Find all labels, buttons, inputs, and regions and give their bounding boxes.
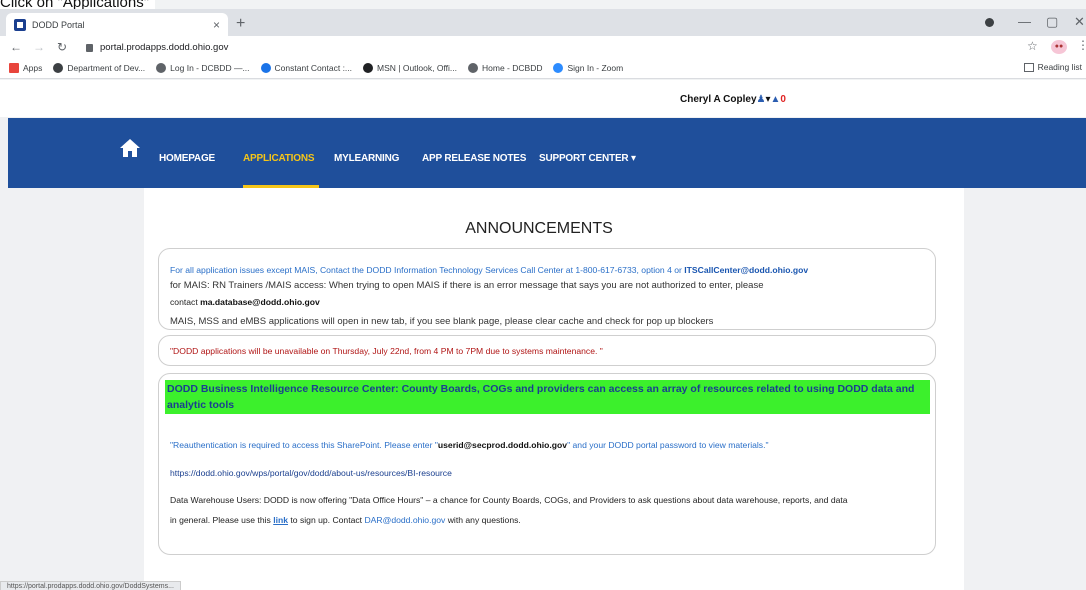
- bi-resource-url[interactable]: https://dodd.ohio.gov/wps/portal/gov/dod…: [170, 468, 452, 478]
- tab-title: DODD Portal: [32, 19, 85, 30]
- signup-prefix: in general. Please use this: [170, 515, 274, 525]
- announcements-title: ANNOUNCEMENTS: [465, 220, 613, 237]
- bookmark-label: Department of Dev...: [67, 63, 146, 73]
- reading-list-button[interactable]: Reading list: [1023, 62, 1082, 72]
- bookmark-favicon-icon: [260, 63, 271, 73]
- mais-contact-prefix: contact: [170, 297, 201, 307]
- bookmark-label: Sign In - Zoom: [567, 63, 624, 73]
- support-contact-prefix: For all application issues except MAIS, …: [170, 265, 685, 275]
- reading-list-icon: [1023, 62, 1034, 72]
- user-bar: Cheryl A Copley♟▾▲0: [0, 80, 1086, 117]
- bookmarks-bar: Apps Department of Dev... Log In - DCBDD —…: [0, 58, 1086, 79]
- bi-resource-heading[interactable]: DODD Business Intelligence Resource Cent…: [165, 380, 930, 414]
- announcement-box-support: For all application issues except MAIS, …: [158, 248, 936, 330]
- user-info[interactable]: Cheryl A Copley♟▾▲0: [680, 94, 786, 105]
- bookmark-star-icon[interactable]: ☆: [1027, 39, 1038, 53]
- bookmark-favicon-icon: [53, 63, 64, 73]
- bookmark-label: Apps: [23, 63, 43, 73]
- apps-grid-icon: [9, 63, 19, 73]
- status-bar-url: https://portal.prodapps.dodd.ohio.gov/Do…: [0, 581, 181, 590]
- address-bar[interactable]: portal.prodapps.dodd.ohio.gov: [86, 39, 228, 56]
- tab-close-icon[interactable]: ×: [213, 18, 220, 32]
- nav-homepage[interactable]: HOMEPAGE: [159, 153, 215, 164]
- support-contact-text: For all application issues except MAIS, …: [170, 265, 808, 275]
- bookmark-favicon-icon: [468, 63, 479, 73]
- announcements-panel: ANNOUNCEMENTS For all application issues…: [144, 188, 964, 590]
- bookmark-favicon-icon: [553, 63, 564, 73]
- bookmark-item[interactable]: Log In - DCBDD —...: [156, 63, 250, 73]
- browser-toolbar: ← → ↻ portal.prodapps.dodd.ohio.gov ☆ ●●…: [0, 36, 1086, 58]
- data-office-hours-text: Data Warehouse Users: DODD is now offeri…: [170, 495, 848, 505]
- signup-suffix: with any questions.: [445, 515, 521, 525]
- back-arrow-icon[interactable]: ←: [9, 40, 23, 54]
- reauth-text: "Reauthentication is required to access …: [170, 440, 769, 450]
- maximize-window-icon[interactable]: ▢: [1046, 14, 1058, 30]
- reauth-suffix: " and your DODD portal password to view …: [567, 440, 769, 450]
- url-text: portal.prodapps.dodd.ohio.gov: [100, 42, 229, 53]
- reauth-userid: userid@secprod.dodd.ohio.gov: [437, 440, 568, 450]
- new-tab-note: MAIS, MSS and eMBS applications will ope…: [170, 316, 714, 327]
- ma-database-email[interactable]: ma.database@dodd.ohio.gov: [200, 297, 320, 307]
- recording-indicator-icon: [985, 18, 994, 27]
- profile-avatar[interactable]: ●●: [1051, 40, 1067, 54]
- bookmark-label: Log In - DCBDD —...: [170, 63, 250, 73]
- bookmark-item[interactable]: Sign In - Zoom: [553, 63, 623, 73]
- data-office-hours-signup: in general. Please use this link to sign…: [170, 515, 521, 525]
- reading-list-label: Reading list: [1037, 62, 1082, 72]
- bookmark-label: MSN | Outlook, Offi...: [377, 63, 458, 73]
- close-window-icon[interactable]: ✕: [1074, 14, 1085, 30]
- reauth-prefix: "Reauthentication is required to access …: [170, 440, 438, 450]
- mais-access-text: for MAIS: RN Trainers /MAIS access: When…: [170, 280, 764, 291]
- home-icon[interactable]: [120, 139, 140, 157]
- mais-contact-text: contact ma.database@dodd.ohio.gov: [170, 297, 320, 307]
- nav-applications[interactable]: APPLICATIONS: [243, 153, 315, 164]
- announcement-box-bi-resource: DODD Business Intelligence Resource Cent…: [158, 373, 936, 555]
- bookmark-item[interactable]: MSN | Outlook, Offi...: [363, 63, 457, 73]
- signup-link[interactable]: link: [273, 515, 288, 525]
- browser-tab-strip: DODD Portal × + — ▢ ✕: [0, 9, 1086, 36]
- bell-icon[interactable]: ▲: [771, 94, 781, 105]
- bookmark-item[interactable]: Department of Dev...: [53, 63, 145, 73]
- dodd-favicon-icon: [14, 18, 26, 31]
- user-name: Cheryl A Copley: [680, 94, 757, 105]
- nav-support-center[interactable]: SUPPORT CENTER ▾: [539, 153, 636, 164]
- dar-email-link[interactable]: DAR@dodd.ohio.gov: [364, 515, 445, 525]
- forward-arrow-icon[interactable]: →: [32, 40, 46, 54]
- nav-app-release-notes[interactable]: APP RELEASE NOTES: [422, 153, 526, 164]
- bookmark-item[interactable]: Home - DCBDD: [468, 63, 542, 73]
- its-email-link[interactable]: ITSCallCenter@dodd.ohio.gov: [684, 265, 808, 275]
- nav-mylearning[interactable]: MYLEARNING: [334, 153, 399, 164]
- maintenance-notice: "DODD applications will be unavailable o…: [170, 346, 603, 356]
- new-tab-button[interactable]: +: [236, 15, 245, 33]
- bookmark-item[interactable]: Apps: [9, 63, 42, 73]
- bookmark-item[interactable]: Constant Contact :...: [260, 63, 353, 73]
- bookmark-label: Constant Contact :...: [274, 63, 353, 73]
- minimize-window-icon[interactable]: —: [1018, 14, 1031, 29]
- bookmark-label: Home - DCBDD: [482, 63, 543, 73]
- browser-menu-icon[interactable]: ⋮: [1077, 38, 1086, 52]
- main-navbar: HOMEPAGE APPLICATIONS MYLEARNING APP REL…: [8, 118, 1086, 188]
- announcement-box-maintenance: "DODD applications will be unavailable o…: [158, 335, 936, 366]
- signup-mid: to sign up. Contact: [288, 515, 365, 525]
- reload-icon[interactable]: ↻: [55, 40, 69, 54]
- notification-count: 0: [780, 94, 786, 105]
- web-page: Cheryl A Copley♟▾▲0 HOMEPAGE APPLICATION…: [0, 80, 1086, 590]
- bookmark-favicon-icon: [363, 63, 374, 73]
- browser-tab[interactable]: DODD Portal ×: [6, 13, 228, 36]
- bookmark-favicon-icon: [156, 63, 167, 73]
- lock-icon: [86, 43, 93, 52]
